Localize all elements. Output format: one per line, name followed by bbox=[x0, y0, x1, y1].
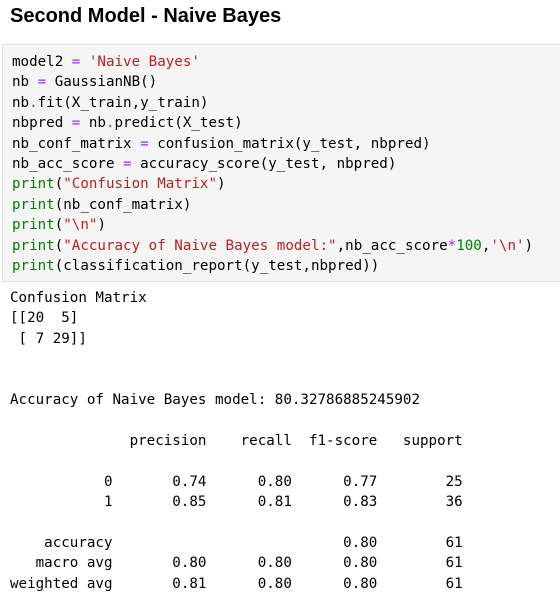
code-token: ) bbox=[97, 217, 106, 234]
output-line: macro avg 0.80 0.80 0.80 61 bbox=[10, 555, 463, 572]
code-line: nb_acc_score = accuracy_score(y_test, nb… bbox=[12, 154, 533, 174]
code-token: . bbox=[29, 94, 38, 111]
code-token: "Accuracy of Naive Bayes model:" bbox=[63, 237, 337, 254]
cell-output: Confusion Matrix [[20 5] [ 7 29]] Accurac… bbox=[10, 288, 463, 594]
code-line: print(nb_conf_matrix) bbox=[12, 195, 533, 215]
output-line: Confusion Matrix bbox=[10, 290, 147, 306]
code-token: nb bbox=[80, 115, 106, 132]
output-line: weighted avg 0.81 0.80 0.80 61 bbox=[10, 575, 463, 592]
code-line: nbpred = nb.predict(X_test) bbox=[12, 113, 533, 133]
code-line: print("Confusion Matrix") bbox=[12, 174, 533, 194]
code-token: (nb_conf_matrix) bbox=[54, 196, 192, 213]
output-line: accuracy 0.80 61 bbox=[10, 534, 463, 551]
code-token: confusion_matrix(y_test, nbpred) bbox=[148, 135, 431, 152]
code-line: nb_conf_matrix = confusion_matrix(y_test… bbox=[12, 134, 533, 154]
code-token: ( bbox=[54, 217, 64, 234]
code-token: ) bbox=[217, 176, 226, 193]
code-line: print(classification_report(y_test,nbpre… bbox=[12, 256, 533, 276]
output-line: [ 7 29]] bbox=[10, 330, 87, 347]
code-token: GaussianNB() bbox=[46, 74, 158, 91]
code-token: fit(X_train,y_train) bbox=[37, 94, 209, 111]
code-editor[interactable]: model2 = 'Naive Bayes' nb = GaussianNB() n… bbox=[12, 52, 533, 276]
output-line: 1 0.85 0.81 0.83 36 bbox=[10, 494, 463, 511]
code-token: print bbox=[12, 176, 55, 193]
code-token: ( bbox=[54, 176, 64, 193]
code-line: nb.fit(X_train,y_train) bbox=[12, 93, 533, 113]
output-line: Accuracy of Naive Bayes model: 80.327868… bbox=[10, 392, 420, 409]
code-token: print bbox=[12, 217, 55, 234]
code-token: 100 bbox=[456, 237, 482, 254]
code-token: ) bbox=[524, 237, 534, 254]
code-token: accuracy_score(y_test, nbpred) bbox=[131, 156, 397, 173]
code-token: nb bbox=[12, 94, 30, 111]
code-token: '\n' bbox=[490, 237, 525, 254]
code-token: print bbox=[12, 258, 55, 275]
code-token: predict(X_test) bbox=[114, 115, 243, 132]
code-token: "\n" bbox=[63, 217, 98, 234]
code-token: 'Naive Bayes' bbox=[88, 54, 200, 70]
code-token: model2 bbox=[12, 54, 72, 70]
cell-heading: Second Model - Naive Bayes bbox=[10, 5, 282, 27]
code-token: (classification_report(y_test,nbpred)) bbox=[54, 258, 380, 275]
code-token: = bbox=[123, 156, 132, 173]
code-token: = bbox=[140, 135, 149, 152]
code-cell[interactable]: model2 = 'Naive Bayes' nb = GaussianNB() n… bbox=[2, 44, 560, 282]
output-line: precision recall f1-score support bbox=[10, 432, 463, 449]
code-token: nbpred bbox=[12, 115, 72, 132]
code-token: nb_acc_score bbox=[12, 156, 124, 173]
output-line: [[20 5] bbox=[10, 310, 79, 327]
code-token: print bbox=[12, 237, 55, 254]
code-line: print("Accuracy of Naive Bayes model:",n… bbox=[12, 236, 533, 256]
code-token: nb_conf_matrix bbox=[12, 135, 141, 152]
code-token: nb bbox=[12, 74, 38, 91]
code-token: print bbox=[12, 196, 55, 213]
output-line: 0 0.74 0.80 0.77 25 bbox=[10, 473, 463, 490]
code-line: print("\n") bbox=[12, 215, 533, 235]
code-token: . bbox=[105, 115, 115, 132]
code-line: nb = GaussianNB() bbox=[12, 72, 533, 92]
code-token: "Confusion Matrix" bbox=[63, 176, 218, 193]
code-token: ,nb_acc_score bbox=[336, 237, 448, 254]
code-token: * bbox=[447, 237, 457, 254]
code-line: model2 = 'Naive Bayes' bbox=[12, 52, 533, 72]
code-token: = bbox=[37, 74, 47, 91]
code-token: ( bbox=[54, 237, 64, 254]
